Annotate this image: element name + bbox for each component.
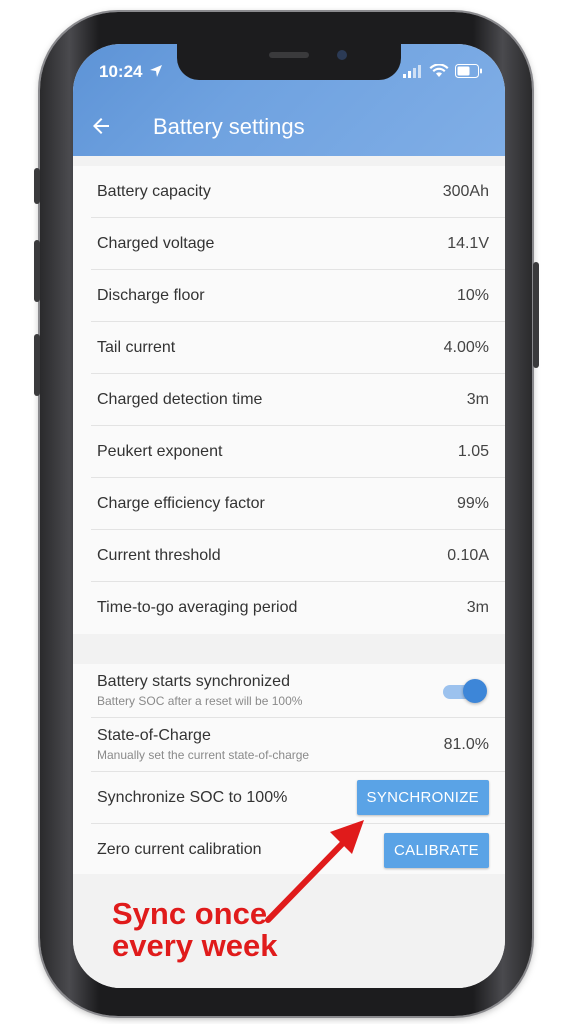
annotation-text: Sync once every week bbox=[112, 898, 277, 962]
annotation-arrow bbox=[265, 820, 364, 923]
annotation-line-2: every week bbox=[112, 928, 278, 963]
annotation-line-1: Sync once bbox=[112, 896, 268, 931]
